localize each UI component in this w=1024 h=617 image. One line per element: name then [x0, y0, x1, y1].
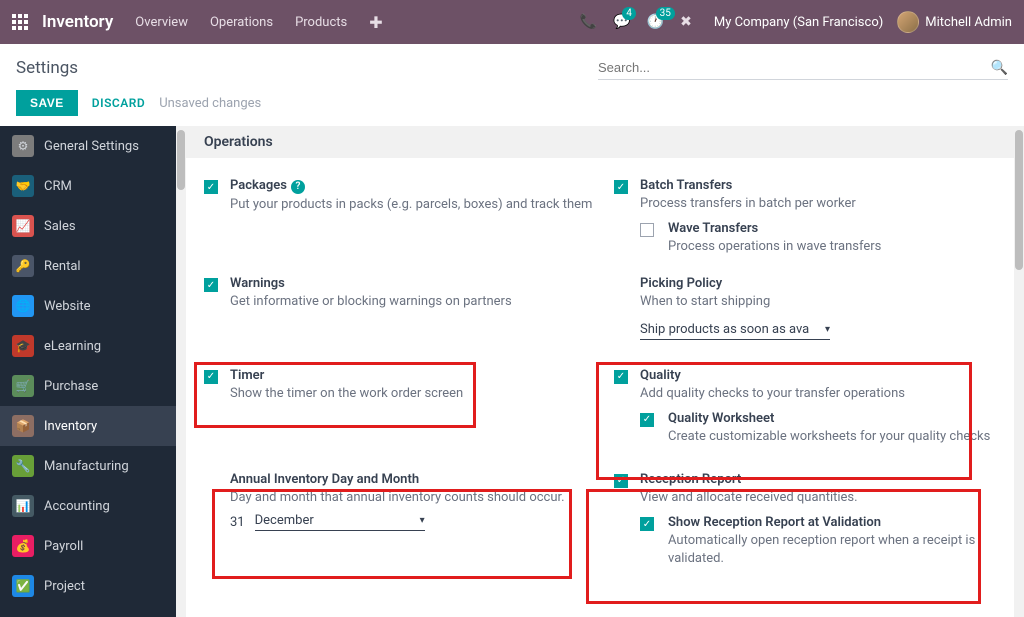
checkbox-quality-worksheet[interactable]: ✓	[640, 413, 654, 427]
setting-warnings: ✓ Warnings Get informative or blocking w…	[204, 270, 594, 353]
sidebar-inventory[interactable]: 📦Inventory	[0, 406, 176, 446]
activity-badge: 35	[656, 7, 675, 20]
scroll-thumb[interactable]	[177, 130, 185, 190]
checklist-icon: ✅	[12, 575, 34, 597]
username[interactable]: Mitchell Admin	[925, 15, 1012, 30]
gear-icon: ⚙	[12, 135, 34, 157]
checkbox-timer[interactable]: ✓	[204, 370, 218, 384]
search-wrap: 🔍	[598, 56, 1008, 80]
checkbox-reception[interactable]: ✓	[614, 474, 628, 488]
tools-icon[interactable]: ✖	[680, 14, 692, 30]
checkbox-wave[interactable]	[640, 223, 654, 237]
chart-icon: 📈	[12, 215, 34, 237]
setting-annual-inventory: Annual Inventory Day and Month Day and m…	[204, 460, 594, 583]
setting-timer: ✓ Timer Show the timer on the work order…	[204, 354, 594, 460]
wrench-icon: 🔧	[12, 455, 34, 477]
save-button[interactable]: SAVE	[16, 90, 78, 116]
sidebar-general-settings[interactable]: ⚙General Settings	[0, 126, 176, 166]
scroll-thumb[interactable]	[1015, 130, 1023, 270]
sidebar-manufacturing[interactable]: 🔧Manufacturing	[0, 446, 176, 486]
picking-policy-select[interactable]: Ship products as soon as ava▾	[640, 322, 830, 340]
sidebar-crm[interactable]: 🤝CRM	[0, 166, 176, 206]
setting-batch-transfers: ✓ Batch Transfers Process transfers in b…	[614, 172, 1004, 270]
checkbox-warnings[interactable]: ✓	[204, 278, 218, 292]
sidebar-elearning[interactable]: 🎓eLearning	[0, 326, 176, 366]
globe-icon: 🌐	[12, 295, 34, 317]
avatar[interactable]	[897, 11, 919, 33]
sidebar-rental[interactable]: 🔑Rental	[0, 246, 176, 286]
checkbox-quality[interactable]: ✓	[614, 370, 628, 384]
chevron-down-icon: ▾	[420, 515, 425, 526]
money-icon: 💰	[12, 535, 34, 557]
unsaved-label: Unsaved changes	[159, 96, 261, 111]
sidebar-website[interactable]: 🌐Website	[0, 286, 176, 326]
annual-month-select[interactable]: December▾	[255, 513, 425, 531]
section-operations: Operations	[176, 126, 1024, 158]
checkbox-packages[interactable]: ✓	[204, 180, 218, 194]
app-brand[interactable]: Inventory	[42, 12, 113, 32]
action-row: SAVE DISCARD Unsaved changes	[0, 90, 1024, 126]
sidebar-accounting[interactable]: 📊Accounting	[0, 486, 176, 526]
chevron-down-icon: ▾	[825, 324, 830, 335]
setting-reception-report: ✓ Reception Report View and allocate rec…	[614, 460, 1004, 583]
settings-sidebar: ⚙General Settings 🤝CRM 📈Sales 🔑Rental 🌐W…	[0, 126, 176, 617]
chat-badge: 4	[622, 7, 636, 20]
activity-icon[interactable]: 🕐35	[647, 14, 664, 30]
search-input[interactable]	[598, 56, 991, 79]
nav-operations[interactable]: Operations	[210, 15, 273, 30]
settings-content: Operations ✓ Packages? Put your products…	[176, 126, 1024, 617]
book-icon: 📊	[12, 495, 34, 517]
checkbox-batch[interactable]: ✓	[614, 180, 628, 194]
search-icon[interactable]: 🔍	[991, 60, 1008, 76]
phone-icon[interactable]: 📞	[580, 14, 597, 30]
apps-icon[interactable]	[12, 14, 28, 30]
scrollbar-right[interactable]	[1014, 126, 1024, 617]
setting-packages: ✓ Packages? Put your products in packs (…	[204, 172, 594, 270]
annual-day-input[interactable]: 31	[230, 515, 245, 530]
scrollbar-left[interactable]	[176, 126, 186, 617]
handshake-icon: 🤝	[12, 175, 34, 197]
help-icon[interactable]: ?	[291, 180, 305, 194]
box-icon: 📦	[12, 415, 34, 437]
key-icon: 🔑	[12, 255, 34, 277]
cart-icon: 🛒	[12, 375, 34, 397]
top-navbar: Inventory Overview Operations Products ✚…	[0, 0, 1024, 44]
nav-products[interactable]: Products	[295, 15, 347, 30]
page-header: Settings 🔍	[0, 44, 1024, 90]
checkbox-show-reception[interactable]: ✓	[640, 517, 654, 531]
nav-plus-icon[interactable]: ✚	[369, 13, 382, 32]
sidebar-payroll[interactable]: 💰Payroll	[0, 526, 176, 566]
graduation-icon: 🎓	[12, 335, 34, 357]
chat-icon[interactable]: 💬4	[613, 14, 630, 30]
sidebar-purchase[interactable]: 🛒Purchase	[0, 366, 176, 406]
discard-button[interactable]: DISCARD	[92, 96, 145, 110]
setting-quality: ✓ Quality Add quality checks to your tra…	[614, 354, 1004, 460]
page-title: Settings	[16, 58, 78, 78]
sidebar-project[interactable]: ✅Project	[0, 566, 176, 606]
sidebar-sales[interactable]: 📈Sales	[0, 206, 176, 246]
nav-overview[interactable]: Overview	[135, 15, 188, 30]
setting-picking-policy: Picking Policy When to start shipping Sh…	[614, 270, 1004, 353]
company-selector[interactable]: My Company (San Francisco)	[714, 15, 883, 30]
